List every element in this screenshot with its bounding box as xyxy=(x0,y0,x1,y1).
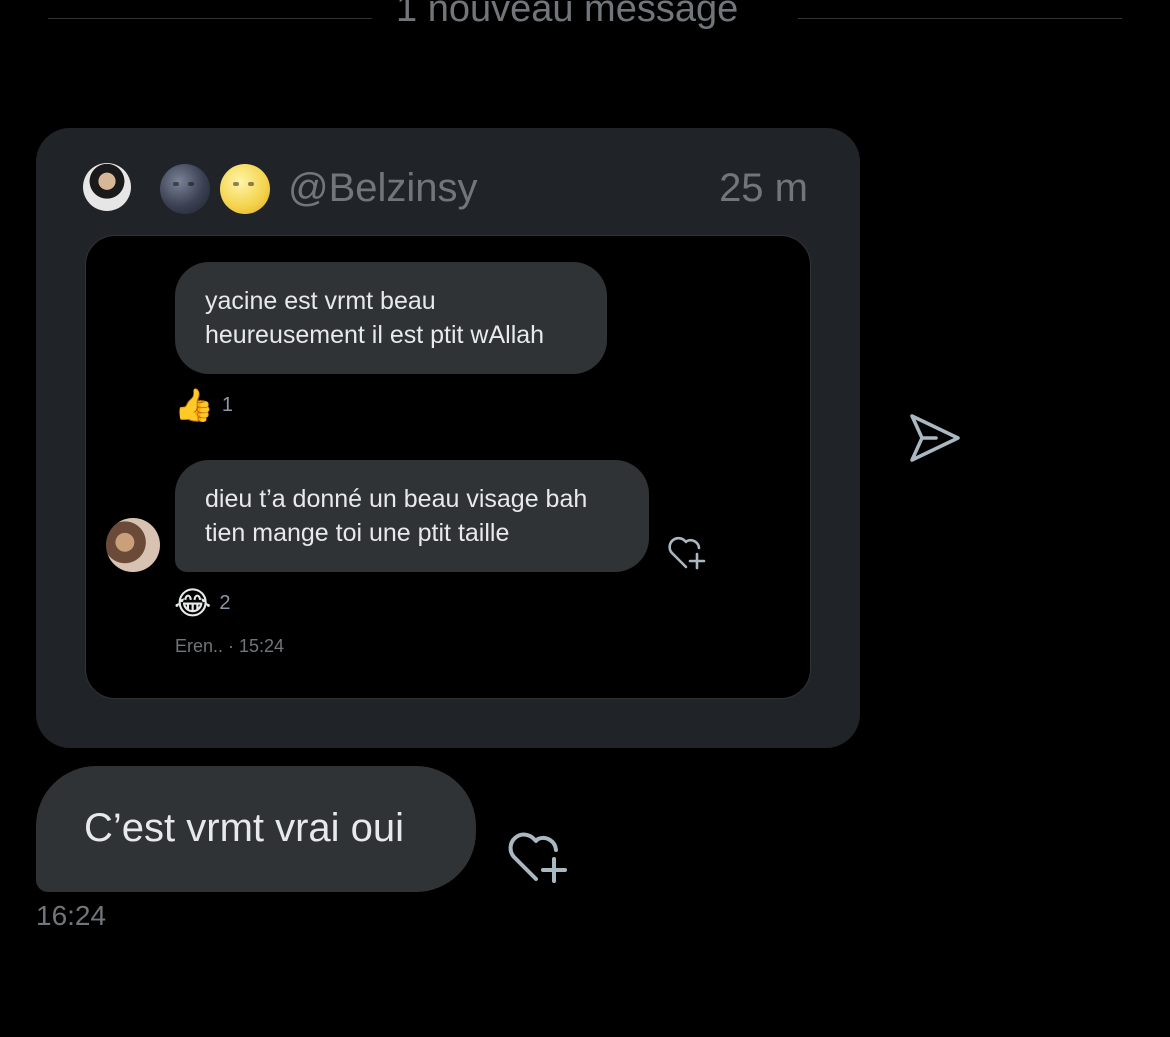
shared-post-header: @Belzinsy 25 m xyxy=(36,128,860,238)
shared-conversation-preview[interactable]: yacine est vrmt beau heureusement il est… xyxy=(85,235,811,699)
heart-plus-icon[interactable] xyxy=(506,826,570,886)
reply-message-bubble[interactable]: C’est vrmt vrai oui xyxy=(36,766,476,892)
send-icon[interactable] xyxy=(908,412,962,466)
reply-timestamp: 16:24 xyxy=(36,900,107,931)
message-reaction[interactable]: 👍 1 xyxy=(174,388,233,422)
message-line: heureusement il est ptit wAllah xyxy=(205,321,545,349)
reaction-count: 1 xyxy=(221,393,233,416)
thumbs-up-emoji-icon: 👍 xyxy=(174,386,214,424)
message-line: yacine est vrmt beau xyxy=(205,287,436,315)
new-message-label: 1 nouveau message xyxy=(396,0,739,30)
message-line: dieu t’a donné un beau visage bah xyxy=(205,485,588,513)
moon-eye-right xyxy=(188,182,194,186)
sender-avatar[interactable] xyxy=(106,518,160,572)
full-moon-face-emoji-icon xyxy=(220,164,270,214)
message-reaction[interactable]: 😂 2 xyxy=(174,586,231,620)
moon-eye-left xyxy=(233,182,239,186)
message-line: tien mange toi une ptit taille xyxy=(205,519,510,547)
message-bubble[interactable]: yacine est vrmt beau heureusement il est… xyxy=(175,262,607,374)
author-handle[interactable]: @Belzinsy xyxy=(288,166,478,211)
reaction-count: 2 xyxy=(219,591,231,614)
moon-eye-right xyxy=(248,182,254,186)
message-bubble[interactable]: dieu t’a donné un beau visage bah tien m… xyxy=(175,460,649,572)
divider-line-right xyxy=(798,18,1122,19)
new-moon-face-emoji-icon xyxy=(160,164,210,214)
moon-eye-left xyxy=(173,182,179,186)
heart-plus-icon[interactable] xyxy=(666,532,708,572)
message-meta: Eren.. · 15:24 xyxy=(175,636,285,656)
author-avatar[interactable] xyxy=(83,163,131,211)
shared-post-card[interactable]: @Belzinsy 25 m yacine est vrmt beau heur… xyxy=(36,128,860,748)
divider-line-left xyxy=(48,18,372,19)
post-time-ago: 25 m xyxy=(719,166,808,210)
new-message-divider: 1 nouveau message xyxy=(48,0,1122,40)
tears-of-joy-emoji-icon: 😂 xyxy=(174,584,212,622)
